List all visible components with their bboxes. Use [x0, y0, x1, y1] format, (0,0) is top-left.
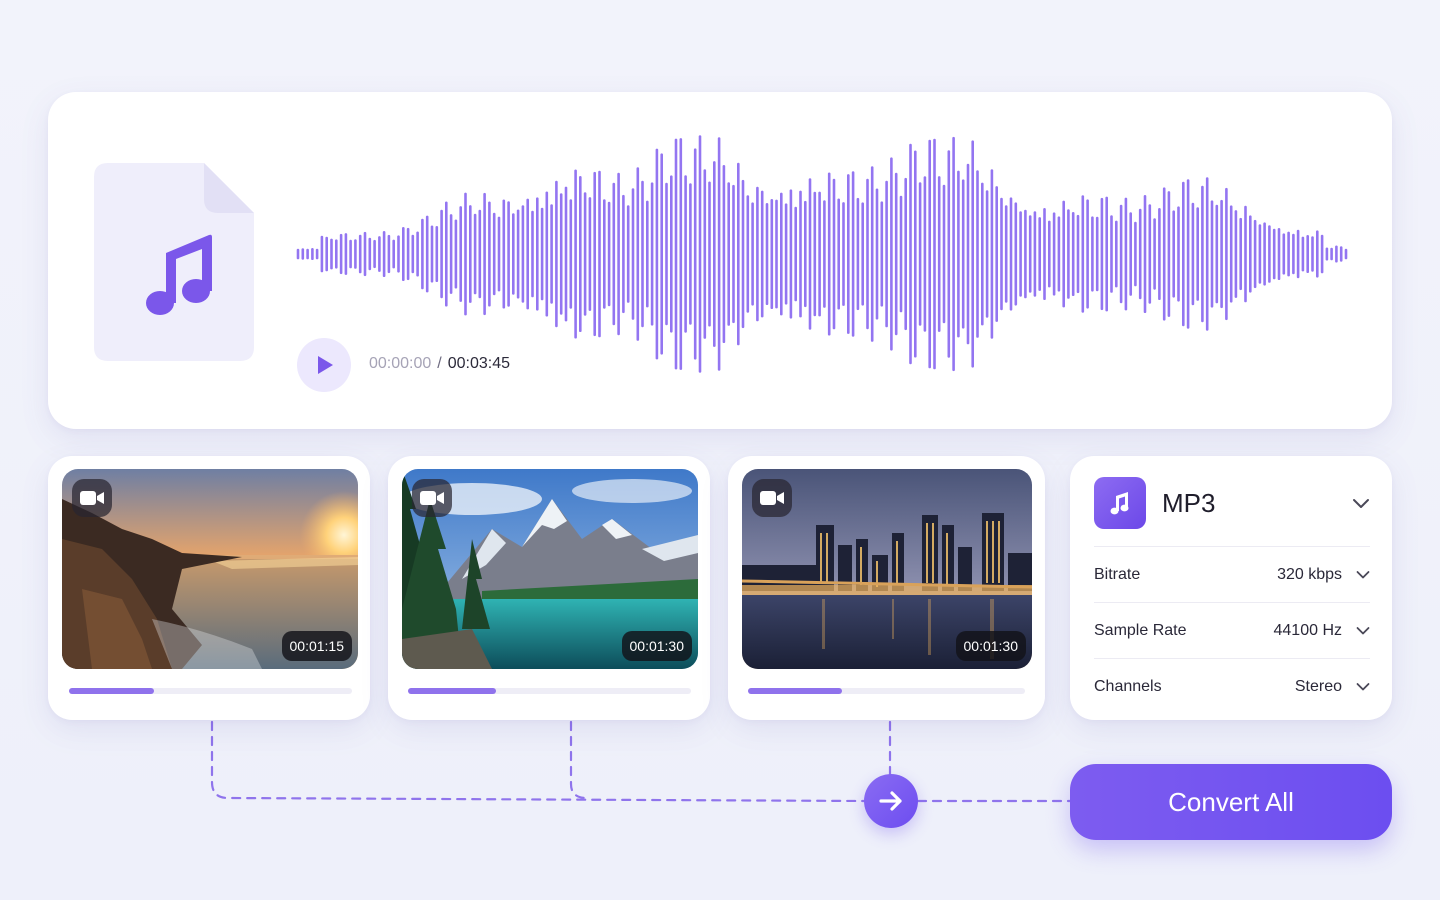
video-thumbnail[interactable]: 00:01:30: [402, 469, 698, 669]
duration-badge: 00:01:30: [621, 631, 692, 661]
play-button[interactable]: [297, 338, 351, 392]
video-progress-bar: [408, 688, 691, 694]
setting-label: Sample Rate: [1094, 622, 1187, 639]
setting-label: Bitrate: [1094, 566, 1141, 583]
time-separator: /: [437, 355, 442, 372]
video-thumbnail[interactable]: 00:01:15: [62, 469, 358, 669]
time-display: 00:00:00 / 00:03:45: [369, 354, 510, 374]
music-file-icon: [94, 163, 254, 361]
video-progress-bar: [69, 688, 352, 694]
sample-rate-select[interactable]: Sample Rate 44100 Hz: [1094, 602, 1370, 659]
audio-waveform: [296, 135, 1348, 373]
video-card[interactable]: 00:01:30: [388, 456, 710, 720]
setting-value: 320 kbps: [1277, 566, 1342, 583]
video-camera-icon: [412, 479, 452, 517]
video-progress-fill: [748, 688, 843, 694]
chevron-down-icon: [1356, 571, 1370, 579]
setting-value: 44100 Hz: [1273, 622, 1343, 639]
duration-badge: 00:01:15: [281, 631, 352, 661]
chevron-down-icon: [1353, 499, 1369, 508]
chevron-down-icon: [1356, 683, 1370, 691]
video-camera-icon: [72, 479, 112, 517]
video-progress-bar: [748, 688, 1025, 694]
output-settings-card: MP3 Bitrate 320 kbps Sample Rate 44100 H…: [1070, 456, 1392, 720]
channels-select[interactable]: Channels Stereo: [1094, 658, 1370, 715]
total-time: 00:03:45: [447, 355, 511, 372]
video-card[interactable]: 00:01:15: [48, 456, 370, 720]
format-dropdown[interactable]: MP3: [1094, 476, 1370, 530]
video-thumbnail[interactable]: 00:01:30: [742, 469, 1032, 669]
setting-value: Stereo: [1294, 678, 1342, 695]
current-time: 00:00:00: [369, 355, 432, 372]
video-card[interactable]: 00:01:30: [728, 456, 1045, 720]
video-progress-fill: [408, 688, 496, 694]
setting-label: Channels: [1094, 678, 1162, 695]
video-camera-icon: [752, 479, 792, 517]
chevron-down-icon: [1356, 627, 1370, 635]
play-icon: [318, 356, 333, 374]
arrow-right-icon[interactable]: [864, 774, 918, 828]
format-label: MP3: [1162, 487, 1216, 518]
convert-all-button[interactable]: Convert All: [1070, 764, 1392, 840]
music-note-icon: [1094, 477, 1146, 529]
video-progress-fill: [69, 688, 154, 694]
duration-badge: 00:01:30: [955, 631, 1026, 661]
bitrate-select[interactable]: Bitrate 320 kbps: [1094, 546, 1370, 603]
